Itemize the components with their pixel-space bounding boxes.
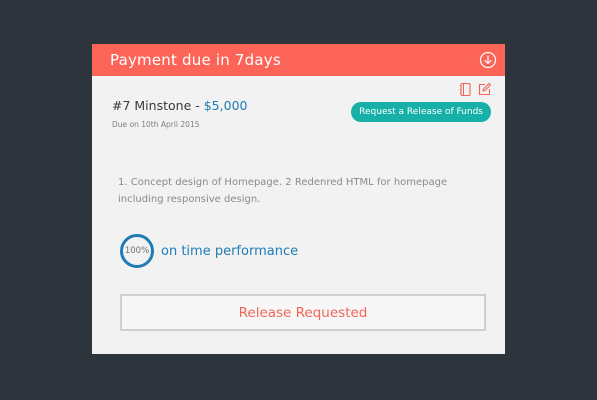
milestone-separator: - (191, 98, 204, 113)
milestone-title: #7 Minstone (112, 98, 192, 113)
request-release-button[interactable]: Request a Release of Funds (351, 102, 491, 122)
milestone-amount: $5,000 (203, 98, 248, 113)
performance-ring: 100% (120, 234, 154, 268)
performance-percent: 100% (124, 246, 150, 256)
card-title: Payment due in 7days (110, 51, 281, 69)
download-circle-icon[interactable] (479, 51, 497, 69)
milestone-tools (458, 82, 492, 97)
milestone-description: 1. Concept design of Homepage. 2 Redenre… (118, 177, 448, 205)
notebook-icon[interactable] (458, 82, 473, 97)
performance-label: on time performance (161, 243, 299, 259)
edit-icon[interactable] (477, 82, 492, 97)
milestone-row: #7 Minstone - $5,000 Due on 10th April 2… (92, 76, 505, 138)
release-requested-button[interactable]: Release Requested (120, 294, 486, 331)
card-header: Payment due in 7days (92, 44, 505, 76)
payment-card: Payment due in 7days #7 Minstone - $5,00… (92, 44, 505, 354)
performance-row: 100% on time performance (120, 234, 298, 268)
